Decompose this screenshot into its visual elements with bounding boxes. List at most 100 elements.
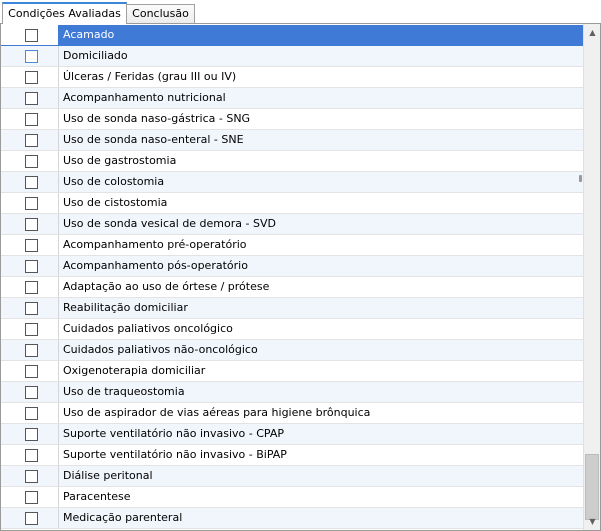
row-checkbox[interactable] bbox=[25, 92, 38, 105]
row-label: Cuidados paliativos oncológico bbox=[63, 322, 233, 335]
tab-conclusao[interactable]: Conclusão bbox=[126, 4, 195, 23]
checkbox-cell bbox=[1, 403, 59, 423]
row-checkbox[interactable] bbox=[25, 29, 38, 42]
row-checkbox[interactable] bbox=[25, 134, 38, 147]
tab-panel: Acamado Domiciliado Úlceras / Feridas (gra… bbox=[0, 23, 601, 531]
table-row[interactable]: Diálise peritonal bbox=[1, 466, 583, 487]
row-checkbox[interactable] bbox=[25, 386, 38, 399]
checkbox-cell bbox=[1, 193, 59, 213]
table-row[interactable]: Reabilitação domiciliar bbox=[1, 298, 583, 319]
row-label: Uso de sonda naso-enteral - SNE bbox=[63, 133, 244, 146]
table-row[interactable]: Acompanhamento pós-operatório bbox=[1, 256, 583, 277]
row-checkbox[interactable] bbox=[25, 260, 38, 273]
row-checkbox[interactable] bbox=[25, 155, 38, 168]
row-checkbox[interactable] bbox=[25, 302, 38, 315]
row-checkbox[interactable] bbox=[25, 218, 38, 231]
table-row[interactable]: Acompanhamento nutricional bbox=[1, 88, 583, 109]
checkbox-cell bbox=[1, 88, 59, 108]
table-row[interactable]: Oxigenoterapia domiciliar bbox=[1, 361, 583, 382]
row-label: Acompanhamento pré-operatório bbox=[63, 238, 247, 251]
vertical-scrollbar[interactable]: ▲ ▼ bbox=[583, 24, 600, 530]
grid-scroll-marker bbox=[579, 175, 582, 182]
table-row[interactable]: Uso de cistostomia bbox=[1, 193, 583, 214]
checkbox-cell bbox=[1, 277, 59, 297]
row-label: Uso de cistostomia bbox=[63, 196, 168, 209]
row-label: Uso de sonda vesical de demora - SVD bbox=[63, 217, 276, 230]
table-row[interactable]: Uso de gastrostomia bbox=[1, 151, 583, 172]
table-row[interactable]: Uso de sonda vesical de demora - SVD bbox=[1, 214, 583, 235]
conditions-grid: Acamado Domiciliado Úlceras / Feridas (gra… bbox=[1, 25, 583, 529]
row-checkbox[interactable] bbox=[25, 50, 38, 63]
checkbox-cell bbox=[1, 340, 59, 360]
checkbox-cell bbox=[1, 172, 59, 192]
checkbox-cell bbox=[1, 361, 59, 381]
table-row[interactable]: Uso de colostomia bbox=[1, 172, 583, 193]
row-label: Medicação parenteral bbox=[63, 511, 183, 524]
table-row[interactable]: Medicação parenteral bbox=[1, 508, 583, 529]
checkbox-cell bbox=[1, 235, 59, 255]
checkbox-cell bbox=[1, 424, 59, 444]
row-label: Uso de colostomia bbox=[63, 175, 165, 188]
checkbox-cell bbox=[1, 130, 59, 150]
table-row[interactable]: Suporte ventilatório não invasivo - BiPA… bbox=[1, 445, 583, 466]
table-row[interactable]: Úlceras / Feridas (grau III ou IV) bbox=[1, 67, 583, 88]
row-checkbox[interactable] bbox=[25, 239, 38, 252]
row-label: Acompanhamento nutricional bbox=[63, 91, 226, 104]
row-label: Acamado bbox=[63, 28, 115, 41]
row-checkbox[interactable] bbox=[25, 323, 38, 336]
row-checkbox[interactable] bbox=[25, 113, 38, 126]
row-checkbox[interactable] bbox=[25, 71, 38, 84]
table-row[interactable]: Acompanhamento pré-operatório bbox=[1, 235, 583, 256]
checkbox-cell bbox=[1, 319, 59, 339]
scroll-thumb[interactable] bbox=[585, 454, 599, 520]
checkbox-cell bbox=[1, 508, 59, 528]
row-checkbox[interactable] bbox=[25, 491, 38, 504]
row-label: Reabilitação domiciliar bbox=[63, 301, 188, 314]
table-row[interactable]: Acamado bbox=[1, 25, 583, 46]
checkbox-cell bbox=[1, 256, 59, 276]
tab-condicoes-avaliadas[interactable]: Condições Avaliadas bbox=[2, 2, 127, 24]
table-row[interactable]: Adaptação ao uso de órtese / prótese bbox=[1, 277, 583, 298]
table-row[interactable]: Uso de aspirador de vias aéreas para hig… bbox=[1, 403, 583, 424]
row-checkbox[interactable] bbox=[25, 428, 38, 441]
row-label: Úlceras / Feridas (grau III ou IV) bbox=[63, 70, 237, 83]
table-row[interactable]: Uso de sonda naso-enteral - SNE bbox=[1, 130, 583, 151]
row-checkbox[interactable] bbox=[25, 281, 38, 294]
scroll-up-icon[interactable]: ▲ bbox=[584, 24, 600, 41]
table-row[interactable]: Paracentese bbox=[1, 487, 583, 508]
row-label: Uso de traqueostomia bbox=[63, 385, 185, 398]
scroll-down-icon[interactable]: ▼ bbox=[584, 513, 600, 530]
row-label: Oxigenoterapia domiciliar bbox=[63, 364, 206, 377]
row-checkbox[interactable] bbox=[25, 197, 38, 210]
checkbox-cell bbox=[1, 382, 59, 402]
row-checkbox[interactable] bbox=[25, 176, 38, 189]
row-label: Uso de gastrostomia bbox=[63, 154, 177, 167]
row-label: Suporte ventilatório não invasivo - BiPA… bbox=[63, 448, 287, 461]
row-label: Cuidados paliativos não-oncológico bbox=[63, 343, 258, 356]
table-row[interactable]: Domiciliado bbox=[1, 46, 583, 67]
checkbox-cell bbox=[1, 466, 59, 486]
checkbox-cell bbox=[1, 25, 59, 45]
row-checkbox[interactable] bbox=[25, 470, 38, 483]
row-label: Diálise peritonal bbox=[63, 469, 153, 482]
table-row[interactable]: Uso de traqueostomia bbox=[1, 382, 583, 403]
row-label: Suporte ventilatório não invasivo - CPAP bbox=[63, 427, 285, 440]
table-row[interactable]: Cuidados paliativos não-oncológico bbox=[1, 340, 583, 361]
row-checkbox[interactable] bbox=[25, 512, 38, 525]
checkbox-cell bbox=[1, 298, 59, 318]
checkbox-cell bbox=[1, 109, 59, 129]
tab-strip: Condições Avaliadas Conclusão bbox=[0, 0, 601, 24]
row-checkbox[interactable] bbox=[25, 344, 38, 357]
table-row[interactable]: Suporte ventilatório não invasivo - CPAP bbox=[1, 424, 583, 445]
row-checkbox[interactable] bbox=[25, 449, 38, 462]
checkbox-cell bbox=[1, 46, 59, 66]
row-checkbox[interactable] bbox=[25, 407, 38, 420]
row-checkbox[interactable] bbox=[25, 365, 38, 378]
row-label: Adaptação ao uso de órtese / prótese bbox=[63, 280, 270, 293]
row-label: Acompanhamento pós-operatório bbox=[63, 259, 248, 272]
row-label: Uso de sonda naso-gástrica - SNG bbox=[63, 112, 251, 125]
checkbox-cell bbox=[1, 487, 59, 507]
table-row[interactable]: Cuidados paliativos oncológico bbox=[1, 319, 583, 340]
checkbox-cell bbox=[1, 214, 59, 234]
table-row[interactable]: Uso de sonda naso-gástrica - SNG bbox=[1, 109, 583, 130]
